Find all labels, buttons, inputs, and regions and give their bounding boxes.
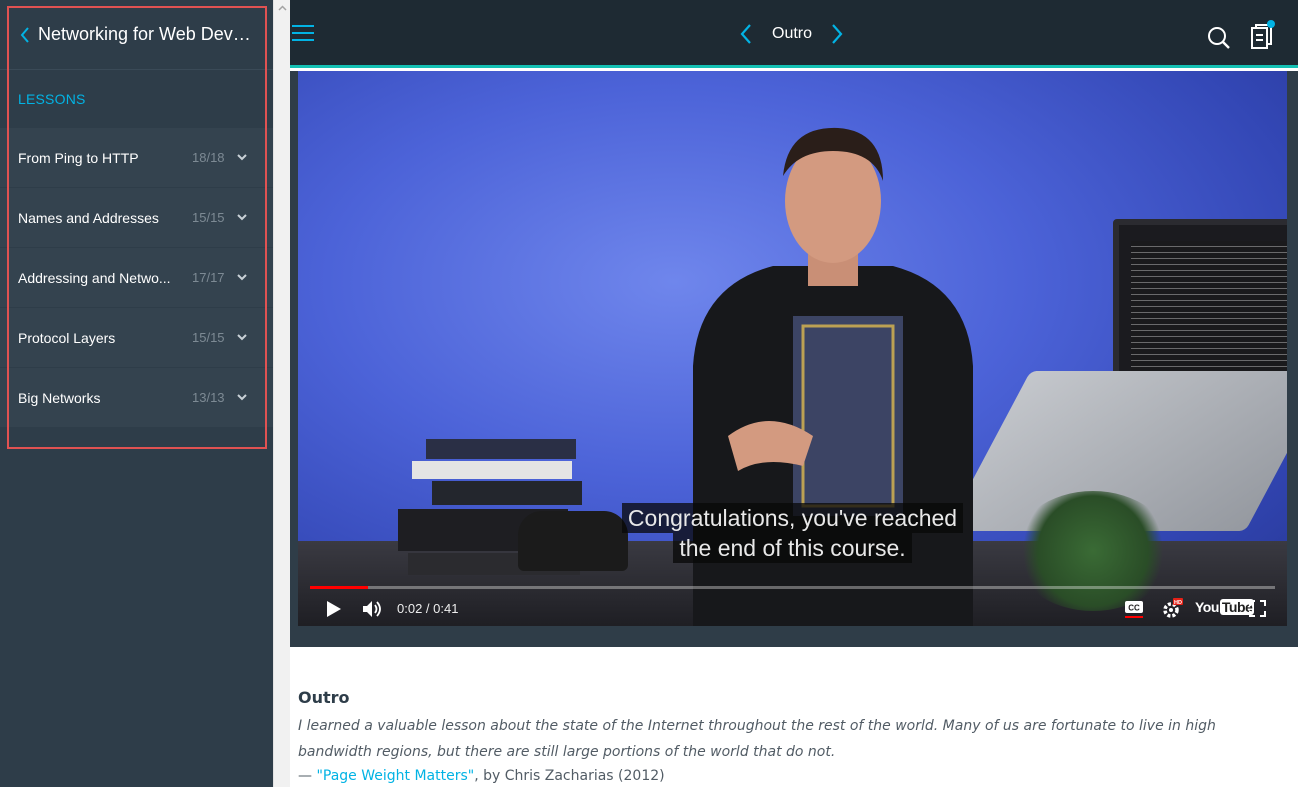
progress-fill (310, 586, 368, 589)
caption-line: Congratulations, you've reached (621, 503, 964, 533)
svg-text:HD: HD (1174, 600, 1182, 606)
hamburger-icon[interactable] (292, 24, 314, 42)
video-player[interactable]: Congratulations, you've reached the end … (298, 71, 1287, 626)
fullscreen-icon[interactable] (1249, 600, 1266, 617)
notification-dot (1267, 20, 1275, 28)
chevron-down-icon[interactable] (234, 334, 250, 341)
player-controls: 0:02 / 0:41 CC HD You Tube (298, 591, 1287, 625)
lessons-label: LESSONS (18, 91, 86, 107)
sidebar: Networking for Web Devel... LESSONS From… (0, 0, 273, 787)
settings-icon[interactable]: HD (1161, 598, 1183, 620)
play-icon[interactable] (326, 600, 342, 618)
citation: — "Page Weight Matters", by Chris Zachar… (298, 765, 1293, 787)
previous-icon[interactable] (738, 22, 756, 46)
sidebar-scrollbar[interactable] (273, 0, 290, 787)
scroll-up-icon[interactable] (278, 4, 287, 13)
chevron-down-icon[interactable] (234, 274, 250, 281)
notes-icon[interactable] (1249, 20, 1277, 50)
lesson-count: 15/15 (192, 210, 225, 225)
youtube-logo[interactable]: You Tube (1195, 599, 1255, 615)
next-icon[interactable] (827, 22, 845, 46)
citation-dash: — (298, 768, 317, 784)
lesson-item[interactable]: Addressing and Netwo... 17/17 (0, 248, 273, 308)
quote-text: I learned a valuable lesson about the st… (298, 718, 1216, 760)
cc-icon[interactable]: CC (1124, 600, 1144, 618)
lesson-count: 17/17 (192, 270, 225, 285)
lesson-label: Big Networks (18, 389, 101, 406)
concept-nav: Outro (738, 22, 845, 46)
time-display: 0:02 / 0:41 (397, 601, 459, 616)
chevron-left-icon[interactable] (20, 26, 38, 43)
lesson-item[interactable]: Protocol Layers 15/15 (0, 308, 273, 368)
top-bar: Outro (290, 0, 1298, 68)
citation-link[interactable]: "Page Weight Matters" (316, 768, 474, 784)
caption-line: the end of this course. (673, 533, 912, 563)
lesson-label: Addressing and Netwo... (18, 269, 171, 286)
lesson-content: Outro I learned a valuable lesson about … (298, 688, 1293, 787)
chevron-down-icon[interactable] (234, 154, 250, 161)
lesson-count: 18/18 (192, 150, 225, 165)
lesson-label: Names and Addresses (18, 209, 159, 226)
lesson-list: From Ping to HTTP 18/18 Names and Addres… (0, 128, 273, 428)
course-title[interactable]: Networking for Web Devel... (38, 24, 252, 45)
lesson-count: 13/13 (192, 390, 225, 405)
subtitle-caption: Congratulations, you've reached the end … (298, 503, 1287, 563)
volume-icon[interactable] (362, 599, 384, 619)
content-title: Outro (298, 688, 350, 707)
chevron-down-icon[interactable] (234, 394, 250, 401)
citation-rest: , by Chris Zacharias (2012) (474, 768, 665, 784)
chevron-down-icon[interactable] (234, 214, 250, 221)
lesson-label: From Ping to HTTP (18, 149, 139, 166)
lesson-item[interactable]: Big Networks 13/13 (0, 368, 273, 428)
lesson-item[interactable]: Names and Addresses 15/15 (0, 188, 273, 248)
lesson-item[interactable]: From Ping to HTTP 18/18 (0, 128, 273, 188)
search-icon[interactable] (1207, 26, 1231, 50)
video-panel: Congratulations, you've reached the end … (290, 71, 1298, 647)
lesson-label: Protocol Layers (18, 329, 116, 346)
concept-title: Outro (772, 25, 813, 42)
progress-bar[interactable] (310, 586, 1275, 589)
lesson-count: 15/15 (192, 330, 225, 345)
sidebar-header[interactable]: Networking for Web Devel... (0, 0, 273, 70)
youtube-logo-you: You (1195, 599, 1219, 615)
svg-text:CC: CC (1128, 604, 1140, 613)
